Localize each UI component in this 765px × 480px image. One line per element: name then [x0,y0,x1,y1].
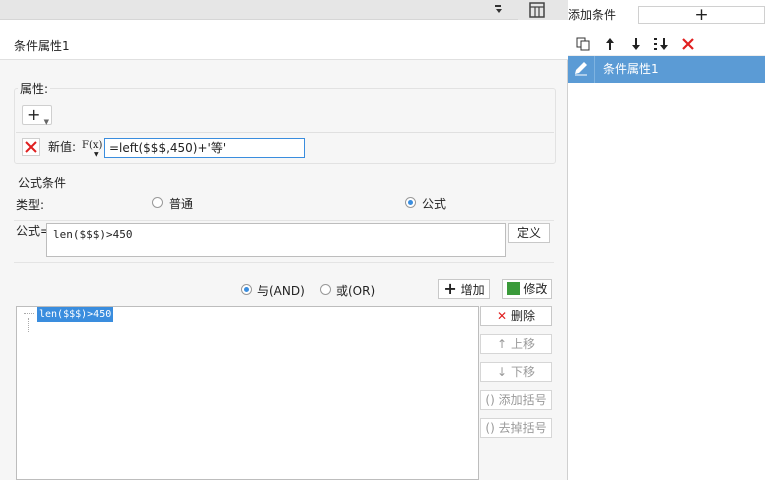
delete-button[interactable]: ✕ 删除 [480,306,552,326]
edit-condition-button[interactable]: 修改 [502,279,552,299]
move-down-icon[interactable] [628,36,644,52]
chevron-down-icon: ▼ [43,118,49,126]
type-normal-radio[interactable] [152,197,163,208]
formula-label: 公式= [16,224,51,238]
type-normal-label[interactable]: 普通 [169,195,193,212]
parentheses-icon: () [485,393,495,407]
move-up-button[interactable]: ↑ 上移 [480,334,552,354]
remove-attribute-icon[interactable] [22,138,40,156]
condition-item-label: 条件属性1 [603,62,659,76]
condition-list-item[interactable] [568,56,765,83]
condition-item[interactable]: len($$$)>450 [37,307,114,322]
divider [14,220,554,221]
item-separator [594,56,595,83]
divider [14,262,554,263]
tree-connector [24,313,34,314]
define-button[interactable]: 定义 [508,223,550,243]
remove-parentheses-button[interactable]: () 去掉括号 [480,418,552,438]
logic-or-label[interactable]: 或(OR) [336,282,375,299]
add-condition-button[interactable]: + 增加 [438,279,490,299]
logic-and-label[interactable]: 与(AND) [257,282,305,299]
logic-and-radio[interactable] [241,284,252,295]
type-label: 类型: [16,198,45,212]
condition-list[interactable] [16,306,479,480]
layout-toggle-icon[interactable] [529,2,545,18]
add-condition-label: 添加条件 [568,8,617,22]
type-formula-label[interactable]: 公式 [422,195,446,212]
new-value-input[interactable]: =left($$$,450)+'等' [104,138,305,158]
move-up-icon[interactable] [602,36,618,52]
formula-fx-icon[interactable]: F(x) ▼ [82,137,104,158]
pencil-icon [572,60,590,78]
top-toolbar [0,0,518,20]
close-icon: ✕ [497,309,508,323]
arrow-up-icon: ↑ [497,337,508,351]
attributes-label: 属性: [18,80,51,97]
logic-or-radio[interactable] [320,284,331,295]
add-condition-plus-button[interactable]: + [638,6,765,24]
arrow-down-icon: ↓ [497,365,508,379]
formula-textarea[interactable]: len($$$)>450 [46,223,506,257]
type-formula-radio[interactable] [405,197,416,208]
spacer [0,20,568,32]
panel-title: 条件属性1 [0,32,568,60]
sort-icon[interactable] [653,36,669,52]
tree-connector [28,318,29,332]
plus-icon: + [27,105,41,124]
new-value-label: 新值: [48,140,77,154]
add-parentheses-button[interactable]: () 添加括号 [480,390,552,410]
formula-condition-label: 公式条件 [18,176,67,190]
add-attribute-dropdown[interactable]: + ▼ [22,105,52,126]
delete-icon[interactable] [680,36,696,52]
collapse-arrow-icon[interactable] [492,2,506,16]
edit-icon [506,282,520,295]
move-down-button[interactable]: ↓ 下移 [480,362,552,382]
plus-icon: + [443,279,457,298]
remove-parentheses-icon: () [485,421,495,435]
copy-icon[interactable] [575,36,591,52]
